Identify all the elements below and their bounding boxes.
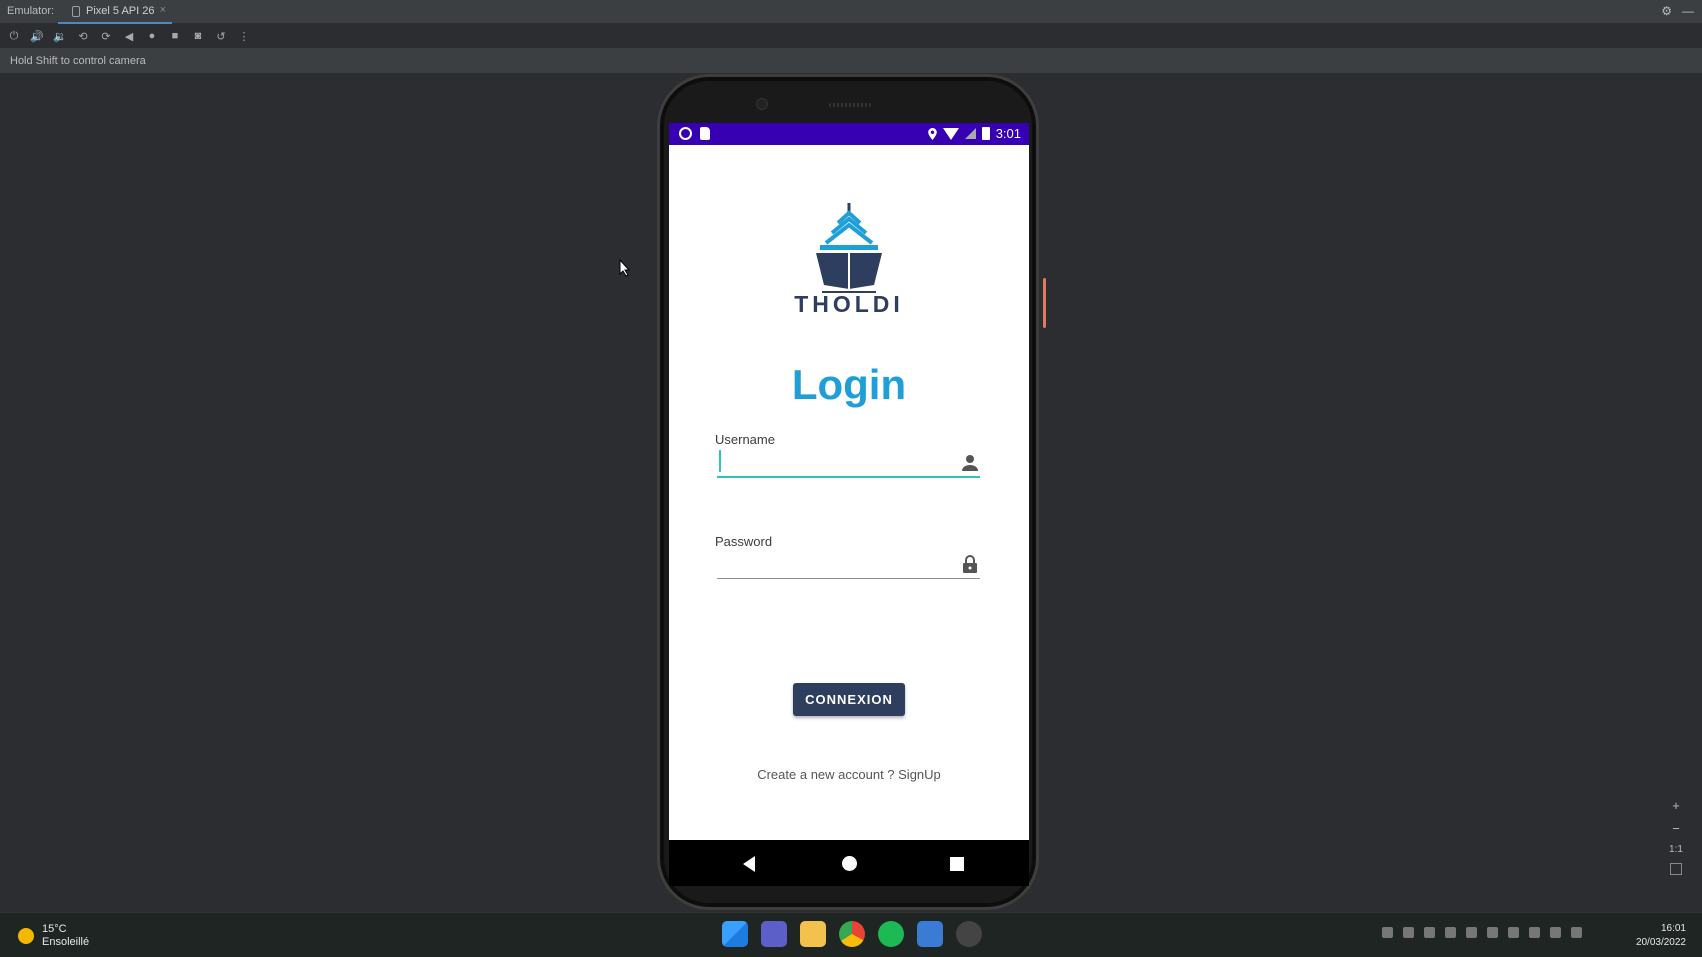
windows-taskbar: 15°C Ensoleillé 16:01 20/03/2022 [0,912,1702,957]
app-icon[interactable] [956,921,982,947]
volume-icon[interactable] [1571,927,1582,938]
username-field[interactable] [717,448,980,476]
taskbar-clock[interactable]: 16:01 20/03/2022 [1636,922,1686,950]
spotify-icon[interactable] [878,921,904,947]
wifi-tray-icon[interactable] [1550,927,1561,938]
microphone-icon[interactable] [1529,927,1540,938]
gear-icon[interactable]: ⚙ [1661,4,1672,18]
weather-widget[interactable]: 15°C Ensoleillé [18,923,89,949]
zoom-in-button[interactable]: + [1672,798,1680,813]
teams-chat-icon[interactable] [761,921,787,947]
zoom-controls: + − 1:1 [1666,798,1686,875]
sun-icon [18,928,34,944]
system-tray [1382,927,1582,938]
camera-icon[interactable]: ◙ [190,28,206,44]
tab-device-label: Pixel 5 API 26 [86,5,155,17]
nvidia-icon[interactable] [1382,927,1393,938]
brand-name: THOLDI [794,291,904,317]
connexion-button[interactable]: CONNEXION [793,683,905,716]
bluetooth-icon[interactable] [1424,927,1435,938]
nav-recents-icon[interactable] [950,857,964,871]
phone-screen: 3:01 THOLDI Login Username Password CONN… [669,123,1029,840]
android-status-bar: 3:01 [669,123,1029,145]
volume-down-icon[interactable]: 🔉 [52,28,68,44]
wifi-icon [942,127,959,140]
username-label: Username [715,432,775,447]
signup-link[interactable]: Create a new account ? SignUp [669,767,1029,782]
overview-icon[interactable]: ■ [167,28,183,44]
rotate-left-icon[interactable]: ⟲ [75,28,91,44]
close-icon[interactable]: × [160,4,166,16]
spotify-tray-icon[interactable] [1508,927,1519,938]
power-icon[interactable]: ⏻ [6,28,22,44]
file-explorer-icon[interactable] [800,921,826,947]
fit-screen-icon[interactable] [1670,863,1682,875]
username-field-container [717,448,980,478]
snapshot-icon[interactable]: ↺ [213,28,229,44]
text-cursor [719,450,721,472]
windows-start-icon[interactable] [722,921,748,947]
zoom-out-button[interactable]: − [1672,821,1680,836]
power-side-button[interactable] [1043,278,1046,328]
phone-icon [72,6,80,17]
weather-description: Ensoleillé [42,936,90,948]
tray-app-icon[interactable] [1403,927,1414,938]
weather-temperature: 15°C [42,923,67,935]
chrome-icon[interactable] [839,921,865,947]
battery-icon [981,127,990,140]
discord-icon[interactable] [1487,927,1498,938]
onedrive-icon[interactable] [1466,927,1477,938]
user-icon [962,455,978,471]
more-options-icon[interactable]: ⋮ [236,28,252,44]
tab-device[interactable]: Pixel 5 API 26 × [58,0,172,24]
title-actions: ⚙ — [1661,4,1694,18]
volume-up-icon[interactable]: 🔊 [29,28,45,44]
steam-icon[interactable] [1445,927,1456,938]
back-icon[interactable]: ◀ [121,28,137,44]
zoom-actual-size-button[interactable]: 1:1 [1669,844,1683,855]
android-nav-bar [669,840,1029,886]
nav-home-icon[interactable] [842,856,857,871]
lock-icon [963,555,977,573]
emulator-toolbar: ⏻ 🔊 🔉 ⟲ ⟳ ◀ ● ■ ◙ ↺ ⋮ [0,25,1702,47]
nav-back-icon[interactable] [743,856,755,872]
taskbar-apps [722,921,982,947]
android-studio-icon[interactable] [917,921,943,947]
clock-time: 16:01 [1660,923,1686,934]
sd-card-icon [700,127,710,140]
page-title: Login [791,361,907,408]
camera-hint: Hold Shift to control camera [0,48,1702,73]
tool-window-header: Emulator: Pixel 5 API 26 × ⚙ — [0,0,1702,24]
location-icon [927,127,937,140]
password-field-container [717,549,980,579]
front-camera [756,98,768,110]
rotate-right-icon[interactable]: ⟳ [98,28,114,44]
status-time: 3:01 [995,126,1021,141]
clock-date: 20/03/2022 [1635,937,1686,948]
tool-window-label: Emulator: [7,5,55,17]
mouse-pointer-icon [619,259,631,277]
earpiece-speaker [829,103,871,107]
signal-icon [964,128,976,139]
minimize-icon[interactable]: — [1682,4,1694,18]
password-label: Password [715,534,773,549]
notification-icon [679,127,692,140]
home-icon[interactable]: ● [144,28,160,44]
password-field[interactable] [717,549,980,578]
